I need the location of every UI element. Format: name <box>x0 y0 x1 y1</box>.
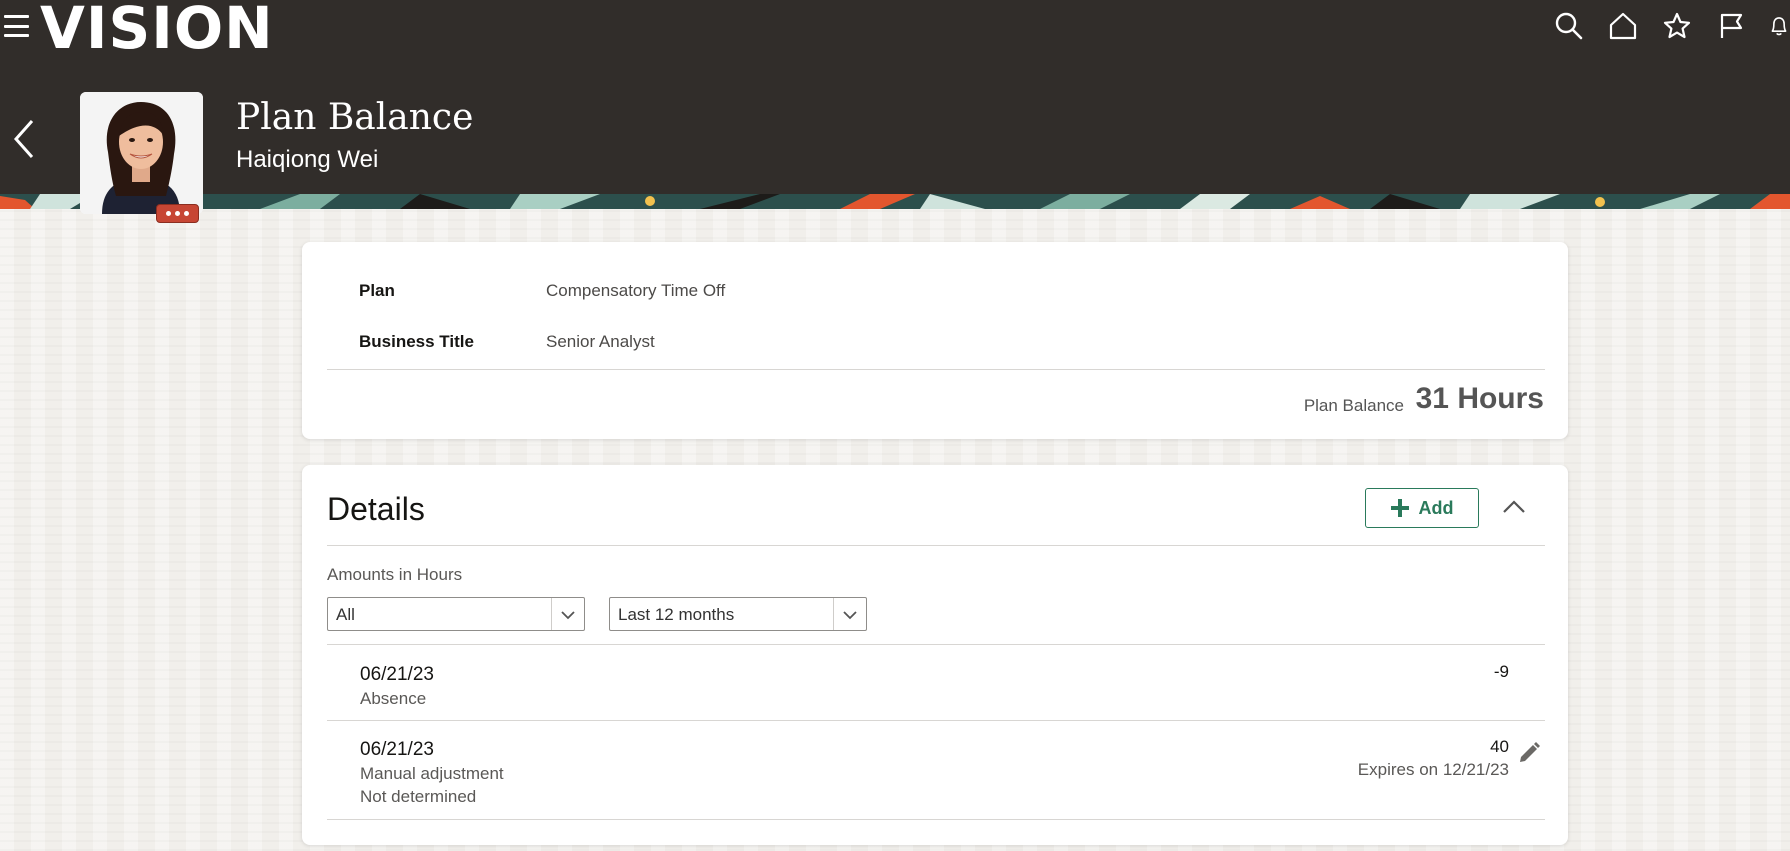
global-toolbar <box>1552 8 1790 44</box>
entry-type: Manual adjustment <box>360 764 504 783</box>
edit-button[interactable] <box>1517 741 1541 765</box>
divider <box>327 819 1545 820</box>
decorative-banner <box>0 194 1790 209</box>
menu-icon[interactable] <box>4 15 29 37</box>
add-button[interactable]: Add <box>1365 488 1479 528</box>
plan-label: Plan <box>359 281 395 300</box>
chevron-down-icon <box>561 611 575 620</box>
details-heading: Details <box>327 491 425 527</box>
search-icon[interactable] <box>1552 9 1586 43</box>
list-item[interactable]: 06/21/23 Manual adjustment Not determine… <box>327 721 1545 819</box>
flag-icon[interactable] <box>1714 9 1748 43</box>
page-title: Plan Balance <box>236 97 474 138</box>
entry-date: 06/21/23 <box>360 664 434 685</box>
plan-balance-value: 31 Hours <box>1415 382 1544 415</box>
business-title-value: Senior Analyst <box>546 332 655 351</box>
entry-status: Not determined <box>360 787 477 806</box>
amounts-unit-label: Amounts in Hours <box>327 565 463 584</box>
pencil-icon <box>1520 742 1540 762</box>
add-button-label: Add <box>1418 497 1454 518</box>
divider <box>327 545 1545 546</box>
plan-value: Compensatory Time Off <box>546 281 726 300</box>
list-item[interactable]: 06/21/23 Absence -9 <box>327 645 1545 720</box>
type-filter-select[interactable]: All <box>327 597 585 631</box>
entry-amount: 40 <box>1490 737 1509 756</box>
type-filter-value: All <box>336 605 355 624</box>
details-card: Details Add Amounts in Hours All Last 12… <box>302 465 1568 845</box>
plus-icon <box>1390 499 1409 517</box>
entry-amount: -9 <box>1493 662 1509 681</box>
divider <box>327 369 1545 370</box>
entry-type: Absence <box>360 689 427 708</box>
business-title-label: Business Title <box>359 332 474 351</box>
person-name: Haiqiong Wei <box>236 146 379 173</box>
date-range-value: Last 12 months <box>618 605 735 624</box>
vision-logo[interactable]: VISION <box>40 0 274 58</box>
back-button[interactable] <box>8 114 40 164</box>
collapse-button[interactable] <box>1500 495 1528 519</box>
date-range-select[interactable]: Last 12 months <box>609 597 867 631</box>
home-icon[interactable] <box>1606 9 1640 43</box>
plan-summary-card: Plan Compensatory Time Off Business Titl… <box>302 242 1568 439</box>
entry-expiry: Expires on 12/21/23 <box>1357 760 1509 779</box>
chevron-down-icon <box>843 611 857 620</box>
more-actions-button[interactable] <box>156 204 199 223</box>
plan-balance-label: Plan Balance <box>1303 396 1404 415</box>
global-header: VISION Plan Balance Haiqiong Wei <box>0 0 1790 194</box>
bell-icon[interactable] <box>1768 9 1790 43</box>
star-icon[interactable] <box>1660 9 1694 43</box>
chevron-up-icon <box>1503 500 1525 513</box>
avatar[interactable] <box>80 92 203 214</box>
entry-date: 06/21/23 <box>360 739 434 760</box>
